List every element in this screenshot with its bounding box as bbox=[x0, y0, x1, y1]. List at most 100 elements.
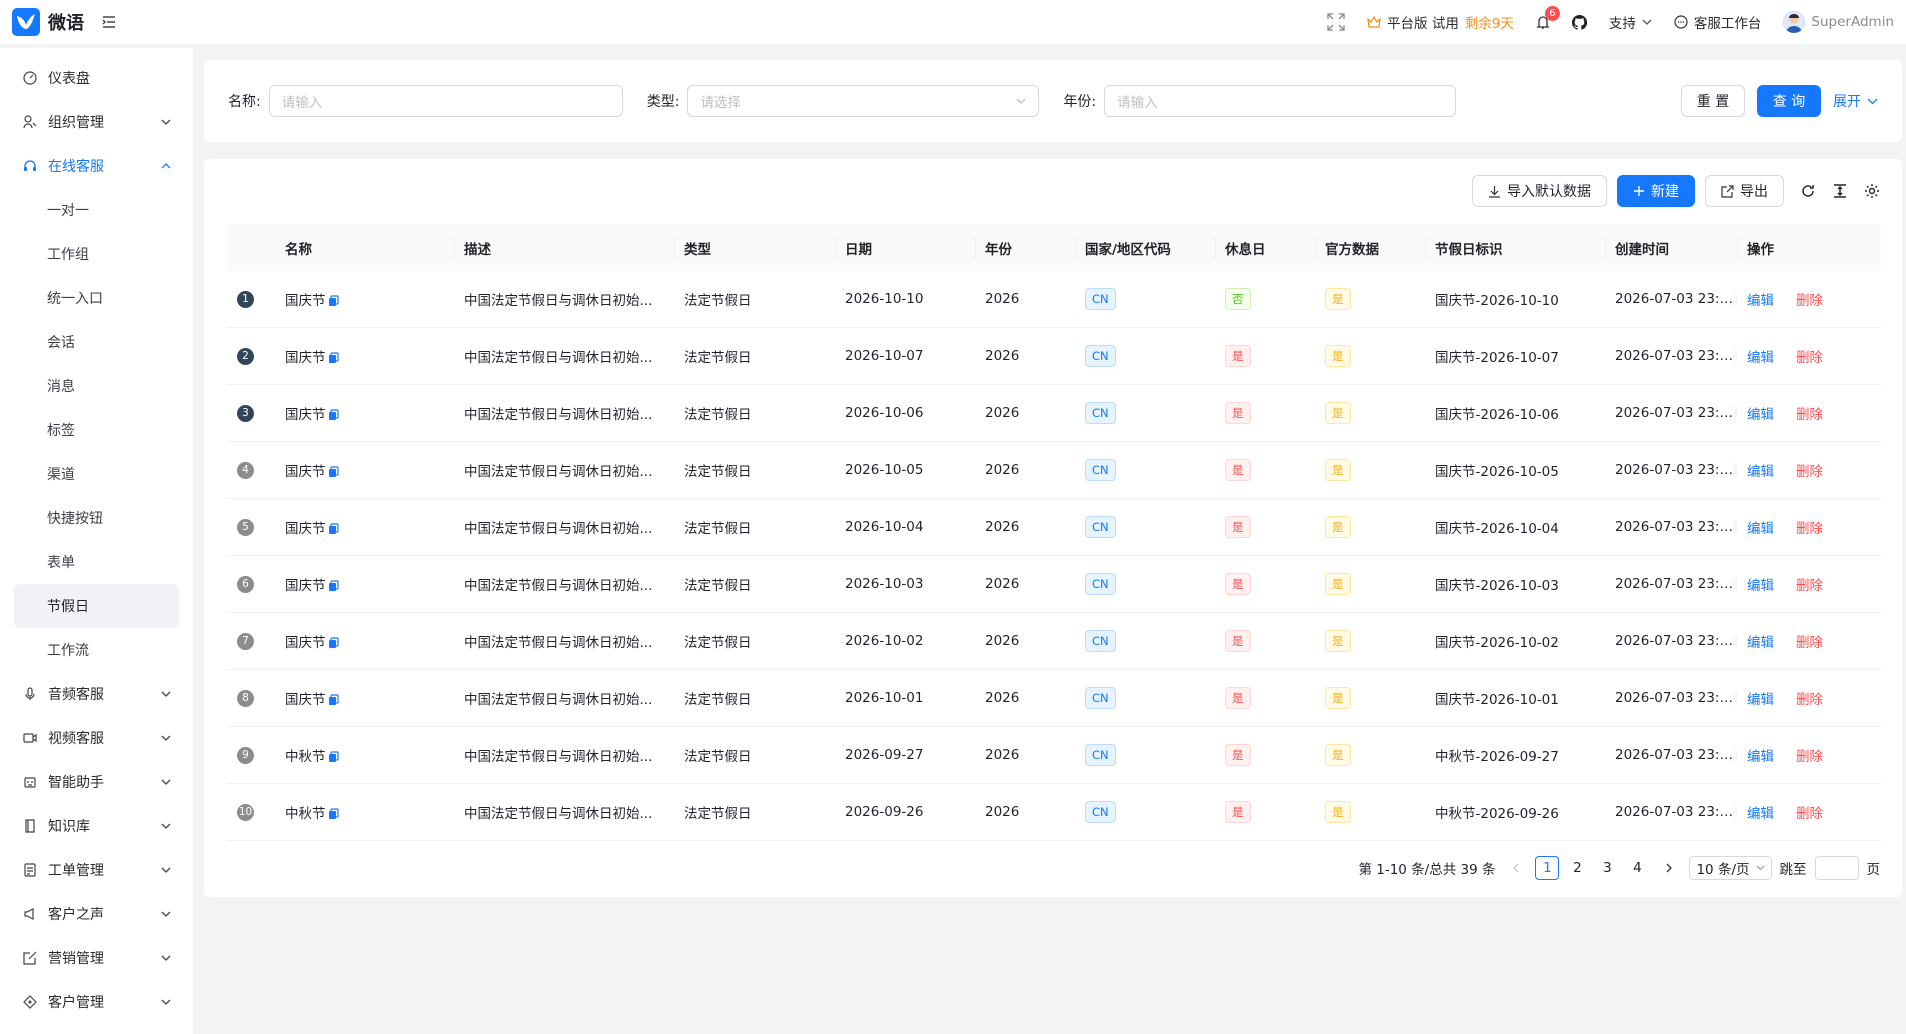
column-height-icon[interactable] bbox=[1832, 183, 1848, 199]
sidebar-item-audio[interactable]: 音频客服 bbox=[14, 672, 179, 716]
avatar bbox=[1783, 11, 1806, 33]
edit-link[interactable]: 编辑 bbox=[1747, 350, 1774, 366]
header-official[interactable]: 官方数据 bbox=[1315, 237, 1425, 258]
sidebar-item-tickets[interactable]: 工单管理 bbox=[14, 848, 179, 892]
page-number-button[interactable]: 4 bbox=[1625, 856, 1649, 880]
year-input[interactable]: 请输入 bbox=[1104, 85, 1457, 117]
sidebar-subitem[interactable]: 工作流 bbox=[14, 628, 179, 672]
edit-link[interactable]: 编辑 bbox=[1747, 293, 1774, 309]
copy-icon[interactable] bbox=[328, 295, 339, 307]
official-tag: 是 bbox=[1325, 744, 1351, 766]
holiday-id-cell: 中秋节-2026-09-26 bbox=[1435, 806, 1559, 822]
menu-fold-icon[interactable] bbox=[102, 16, 116, 28]
delete-link[interactable]: 删除 bbox=[1796, 350, 1823, 366]
sidebar-item-knowledge[interactable]: 知识库 bbox=[14, 804, 179, 848]
query-button[interactable]: 查 询 bbox=[1757, 85, 1821, 117]
app-logo[interactable]: 微语 bbox=[12, 8, 84, 36]
expand-toggle[interactable]: 展开 bbox=[1833, 91, 1878, 111]
workbench-link[interactable]: 客服工作台 bbox=[1674, 12, 1761, 32]
sidebar-subitem[interactable]: 一对一 bbox=[14, 188, 179, 232]
copy-icon[interactable] bbox=[328, 580, 339, 592]
page-number-button[interactable]: 2 bbox=[1565, 856, 1589, 880]
page-number-button[interactable]: 1 bbox=[1535, 856, 1560, 880]
edit-link[interactable]: 编辑 bbox=[1747, 692, 1774, 708]
edit-link[interactable]: 编辑 bbox=[1747, 749, 1774, 765]
reload-icon[interactable] bbox=[1800, 183, 1816, 199]
sidebar-item-online-service[interactable]: 在线客服 bbox=[14, 144, 179, 188]
export-button[interactable]: 导出 bbox=[1705, 175, 1784, 207]
sidebar-item-video[interactable]: 视频客服 bbox=[14, 716, 179, 760]
delete-link[interactable]: 删除 bbox=[1796, 692, 1823, 708]
delete-link[interactable]: 删除 bbox=[1796, 521, 1823, 537]
edit-link[interactable]: 编辑 bbox=[1747, 521, 1774, 537]
sidebar-subitem[interactable]: 消息 bbox=[14, 364, 179, 408]
copy-icon[interactable] bbox=[328, 808, 339, 820]
sidebar-item-voc[interactable]: 客户之声 bbox=[14, 892, 179, 936]
desc-cell: 中国法定节假日与调休日初始... bbox=[464, 407, 653, 423]
header-rest[interactable]: 休息日 bbox=[1215, 237, 1315, 258]
sidebar-item-org[interactable]: 组织管理 bbox=[14, 100, 179, 144]
sidebar-subitem[interactable]: 统一入口 bbox=[14, 276, 179, 320]
expand-label: 展开 bbox=[1833, 94, 1861, 110]
copy-icon[interactable] bbox=[328, 694, 339, 706]
holiday-name: 国庆节 bbox=[285, 350, 326, 366]
sidebar-item-marketing[interactable]: 营销管理 bbox=[14, 936, 179, 980]
support-menu[interactable]: 支持 bbox=[1609, 12, 1652, 32]
header-year[interactable]: 年份 bbox=[975, 237, 1075, 258]
page-size-select[interactable]: 10 条/页 bbox=[1689, 856, 1772, 880]
edit-link[interactable]: 编辑 bbox=[1747, 806, 1774, 822]
row-index: 10 bbox=[237, 803, 254, 821]
delete-link[interactable]: 删除 bbox=[1796, 578, 1823, 594]
header-holiday-id[interactable]: 节假日标识 bbox=[1425, 237, 1605, 258]
copy-icon[interactable] bbox=[328, 751, 339, 763]
sidebar-item-dashboard[interactable]: 仪表盘 bbox=[14, 56, 179, 100]
edit-link[interactable]: 编辑 bbox=[1747, 464, 1774, 480]
copy-icon[interactable] bbox=[328, 523, 339, 535]
copy-icon[interactable] bbox=[328, 466, 339, 478]
settings-gear-icon[interactable] bbox=[1864, 183, 1880, 199]
header-name[interactable]: 名称 bbox=[275, 238, 454, 258]
sidebar-subitem[interactable]: 工作组 bbox=[14, 232, 179, 276]
sidebar-subitem[interactable]: 渠道 bbox=[14, 452, 179, 496]
prev-page-button[interactable] bbox=[1503, 856, 1527, 880]
jump-page-input[interactable] bbox=[1814, 856, 1859, 880]
sidebar-subitem[interactable]: 表单 bbox=[14, 540, 179, 584]
copy-icon[interactable] bbox=[328, 352, 339, 364]
next-page-button[interactable] bbox=[1657, 856, 1681, 880]
name-input[interactable]: 请输入 bbox=[268, 85, 623, 117]
desc-cell: 中国法定节假日与调休日初始... bbox=[464, 749, 653, 765]
type-select[interactable]: 请选择 bbox=[687, 85, 1040, 117]
delete-link[interactable]: 删除 bbox=[1796, 806, 1823, 822]
header-type[interactable]: 类型 bbox=[674, 237, 835, 258]
sidebar-subitem[interactable]: 标签 bbox=[14, 408, 179, 452]
edit-link[interactable]: 编辑 bbox=[1747, 635, 1774, 651]
delete-link[interactable]: 删除 bbox=[1796, 293, 1823, 309]
reset-button[interactable]: 重 置 bbox=[1681, 85, 1745, 117]
notifications-button[interactable]: 6 bbox=[1536, 5, 1560, 30]
header-desc[interactable]: 描述 bbox=[454, 237, 674, 258]
trial-status[interactable]: 平台版 试用 剩余9天 bbox=[1367, 12, 1514, 32]
trial-label: 平台版 试用 bbox=[1387, 16, 1459, 32]
page-number-button[interactable]: 3 bbox=[1595, 856, 1619, 880]
delete-link[interactable]: 删除 bbox=[1796, 407, 1823, 423]
delete-link[interactable]: 删除 bbox=[1796, 635, 1823, 651]
sidebar-item-customers[interactable]: 客户管理 bbox=[14, 980, 179, 1024]
edit-link[interactable]: 编辑 bbox=[1747, 578, 1774, 594]
header-created[interactable]: 创建时间 bbox=[1605, 237, 1737, 258]
import-default-button[interactable]: 导入默认数据 bbox=[1472, 175, 1607, 207]
header-country[interactable]: 国家/地区代码 bbox=[1075, 237, 1215, 258]
delete-link[interactable]: 删除 bbox=[1796, 749, 1823, 765]
sidebar-subitem[interactable]: 快捷按钮 bbox=[14, 496, 179, 540]
github-icon[interactable] bbox=[1571, 14, 1587, 30]
header-date[interactable]: 日期 bbox=[835, 237, 975, 258]
copy-icon[interactable] bbox=[328, 637, 339, 649]
edit-link[interactable]: 编辑 bbox=[1747, 407, 1774, 423]
sidebar-item-ai-assistant[interactable]: 智能助手 bbox=[14, 760, 179, 804]
fullscreen-icon[interactable] bbox=[1327, 13, 1345, 31]
new-button[interactable]: 新建 bbox=[1617, 175, 1695, 207]
sidebar-subitem[interactable]: 节假日 bbox=[14, 584, 179, 628]
delete-link[interactable]: 删除 bbox=[1796, 464, 1823, 480]
copy-icon[interactable] bbox=[328, 409, 339, 421]
user-menu[interactable]: SuperAdmin bbox=[1783, 11, 1894, 33]
sidebar-subitem[interactable]: 会话 bbox=[14, 320, 179, 364]
